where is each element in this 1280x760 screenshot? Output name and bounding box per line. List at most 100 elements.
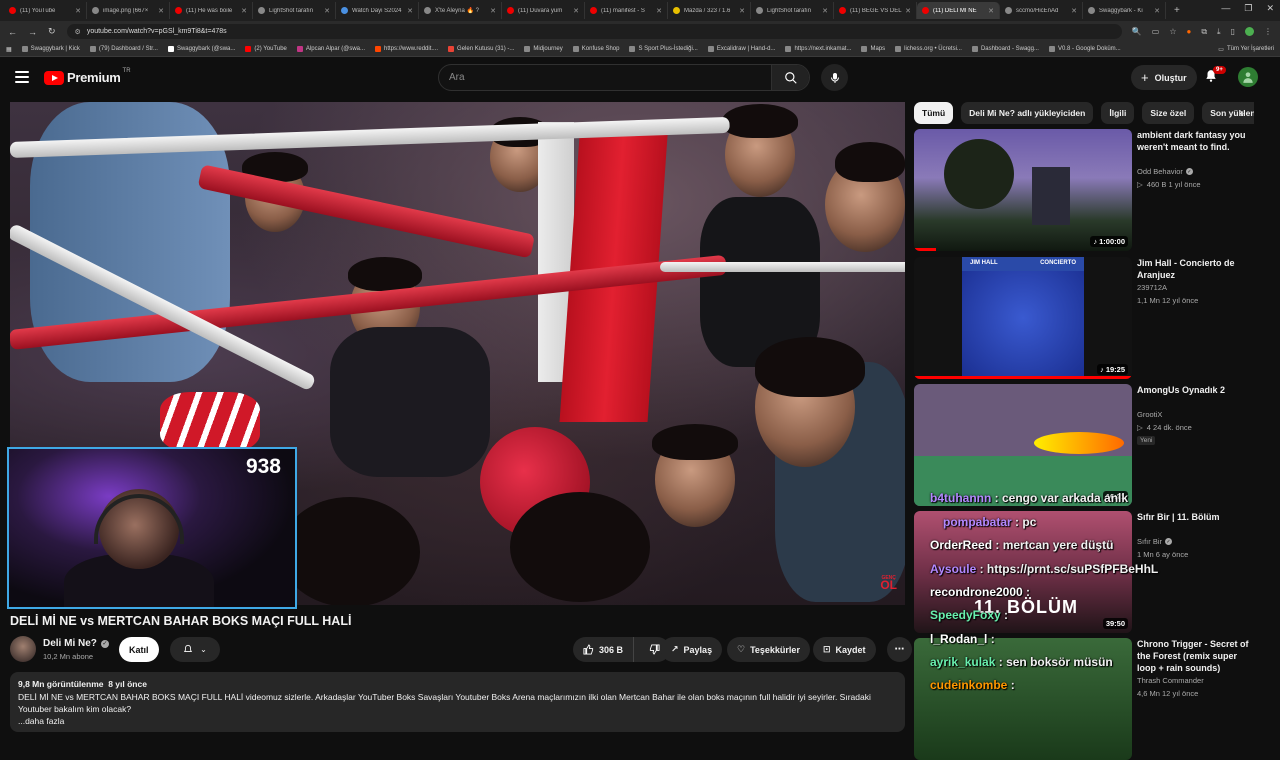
tab-close-icon[interactable]: ✕ — [1154, 7, 1160, 15]
subscription-bell-button[interactable]: ⌄ — [170, 637, 220, 662]
browser-tab[interactable]: Mazda / 323 / 1.6 ✕ — [668, 2, 751, 19]
join-button[interactable]: Katıl — [119, 637, 159, 662]
forward-icon[interactable]: → — [28, 27, 37, 37]
recommended-channel[interactable]: 239712A — [1137, 283, 1167, 292]
filter-chip[interactable]: Son yüklen — [1202, 102, 1254, 124]
channel-name-row[interactable]: Deli Mi Ne? ✓ — [43, 638, 109, 649]
recommended-video[interactable]: 16:21 AmongUs Oynadık 2 GrootiX ▷ 4 24 dk. ö… — [914, 384, 1254, 506]
tab-close-icon[interactable]: ✕ — [490, 7, 496, 15]
channel-avatar[interactable] — [10, 636, 36, 662]
recommended-title[interactable]: Sıfır Bir | 11. Bölüm — [1137, 511, 1252, 523]
browser-tab[interactable]: (11) He was boile ✕ — [170, 2, 253, 19]
bookmark-item[interactable]: Gelen Kutusu (31) -... — [448, 46, 514, 52]
tab-close-icon[interactable]: ✕ — [739, 7, 745, 15]
more-actions-button[interactable]: ⋯ — [887, 637, 912, 662]
tab-close-icon[interactable]: ✕ — [1071, 7, 1077, 15]
browser-tab[interactable]: image.png (667× ✕ — [87, 2, 170, 19]
bookmark-item[interactable]: lichess.org • Ücretsi... — [895, 46, 962, 52]
video-thumbnail[interactable]: ♪ 1:00:00 — [914, 129, 1132, 251]
bookmark-item[interactable]: S Sport Plus-İstediği... — [629, 46, 698, 52]
maximize-icon[interactable]: ❐ — [1244, 3, 1252, 14]
share-button[interactable]: ↗ Paylaş — [661, 637, 723, 662]
filter-chip[interactable]: Tümü — [914, 102, 954, 124]
show-more-link[interactable]: ...daha fazla — [18, 715, 897, 727]
extensions-puzzle-icon[interactable]: ⧉ — [1201, 27, 1207, 37]
sidebar-icon[interactable]: ▯ — [1231, 27, 1235, 36]
youtube-premium-logo[interactable]: Premium TR — [44, 68, 131, 85]
recommended-video[interactable]: JIM HALL CONCIERTO ♪ 19:25 Jim Hall - Concie… — [914, 257, 1254, 379]
browser-tab[interactable]: sccmo/HicEnAd ✕ — [1000, 2, 1083, 19]
apps-grid-icon[interactable]: ▦ — [6, 46, 12, 53]
bookmark-item[interactable]: (79) Dashboard / Str... — [89, 46, 158, 52]
search-button[interactable] — [771, 65, 809, 90]
browser-tab[interactable]: (11) manifest - S ✕ — [585, 2, 668, 19]
recommended-title[interactable]: Chrono Trigger - Secret of the Forest (r… — [1137, 638, 1252, 674]
zoom-icon[interactable]: 🔍 — [1132, 27, 1142, 36]
back-icon[interactable]: ← — [8, 27, 17, 37]
tab-close-icon[interactable]: ✕ — [573, 7, 579, 15]
tab-close-icon[interactable]: ✕ — [407, 7, 413, 15]
bookmark-item[interactable]: Dashboard - Swagg... — [971, 46, 1039, 52]
save-button[interactable]: ⊡ Kaydet — [813, 637, 876, 662]
browser-tab[interactable]: (11) YouTube ✕ — [4, 2, 87, 19]
voice-search-button[interactable] — [821, 64, 848, 91]
reload-icon[interactable]: ↻ — [48, 26, 56, 37]
bookmark-item[interactable]: Alpcan Alpar (@swa... — [296, 46, 365, 52]
tab-close-icon[interactable]: ✕ — [656, 7, 662, 15]
chevron-right-icon[interactable]: › — [1240, 106, 1244, 120]
download-icon[interactable]: ⤓ — [1217, 27, 1221, 37]
recommended-title[interactable]: AmongUs Oynadık 2 — [1137, 384, 1252, 396]
bookmark-item[interactable]: Konfuse Shop — [572, 46, 619, 52]
bookmark-item[interactable]: Maps — [861, 46, 885, 52]
browser-tab[interactable]: (11) BEGE VS DEL ✕ — [834, 2, 917, 19]
minimize-icon[interactable]: — — [1221, 3, 1230, 14]
recommended-channel[interactable]: Sıfır Bir ✓ — [1137, 537, 1173, 546]
video-thumbnail[interactable]: 16:21 — [914, 384, 1132, 506]
hamburger-menu-icon[interactable] — [15, 71, 29, 83]
bookmark-item[interactable]: Midjourney — [524, 46, 563, 52]
tab-close-icon[interactable]: ✕ — [158, 7, 164, 15]
all-bookmarks-folder[interactable]: ▭ Tüm Yer İşaretleri — [1218, 46, 1274, 53]
search-input[interactable] — [439, 65, 771, 90]
recommended-title[interactable]: ambient dark fantasy you weren't meant t… — [1137, 129, 1252, 153]
recommended-channel[interactable]: Odd Behavior ✓ — [1137, 167, 1193, 176]
browser-menu-icon[interactable]: ⋮ — [1264, 27, 1272, 36]
channel-name[interactable]: Deli Mi Ne? — [43, 638, 97, 649]
tab-close-icon[interactable]: ✕ — [905, 7, 911, 15]
tab-close-icon[interactable]: ✕ — [324, 7, 330, 15]
browser-tab[interactable]: Swaggybark - Ki ✕ — [1083, 2, 1166, 19]
like-button[interactable]: 306 B — [573, 637, 635, 662]
url-field[interactable]: ⚙ youtube.com/watch?v=pGSl_km9Ti8&t=478s — [66, 24, 1122, 39]
bookmark-item[interactable]: Swaggybark (@swa... — [167, 46, 235, 52]
recommended-channel[interactable]: Thrash Commander — [1137, 676, 1204, 685]
bookmark-star-icon[interactable]: ☆ — [1169, 27, 1176, 36]
recommended-video[interactable]: ♪ 1:00:00 ambient dark fantasy you weren't… — [914, 129, 1254, 251]
cast-icon[interactable]: ▭ — [1152, 27, 1160, 36]
tab-close-icon[interactable]: ✕ — [75, 7, 81, 15]
browser-tab[interactable]: (11) Duvara yum ✕ — [502, 2, 585, 19]
tab-close-icon[interactable]: ✕ — [241, 7, 247, 15]
extension-icon[interactable]: ● — [1186, 27, 1191, 36]
browser-tab[interactable]: (11) DELİ Mİ NE ✕ — [917, 2, 1000, 19]
user-avatar[interactable] — [1238, 67, 1258, 87]
bookmark-item[interactable]: V0.8 - Google Doküm... — [1048, 46, 1121, 52]
tab-close-icon[interactable]: ✕ — [988, 7, 994, 15]
new-tab-icon[interactable]: + — [1166, 5, 1188, 16]
tab-close-icon[interactable]: ✕ — [822, 7, 828, 15]
filter-chip[interactable]: Size özel — [1142, 102, 1195, 124]
bookmark-item[interactable]: Excalidraw | Hand-d... — [707, 46, 775, 52]
recommended-title[interactable]: Jim Hall - Concierto de Aranjuez — [1137, 257, 1252, 281]
recommended-channel[interactable]: GrootiX — [1137, 410, 1162, 419]
browser-tab[interactable]: LightShot tarafın ✕ — [253, 2, 336, 19]
close-window-icon[interactable]: ✕ — [1266, 3, 1274, 14]
profile-icon[interactable] — [1245, 27, 1254, 36]
video-thumbnail[interactable]: JIM HALL CONCIERTO ♪ 19:25 — [914, 257, 1132, 379]
site-info-icon[interactable]: ⚙ — [75, 28, 81, 36]
create-button[interactable]: + Oluştur — [1131, 65, 1197, 90]
browser-tab[interactable]: LightShot tarafın ✕ — [751, 2, 834, 19]
thanks-button[interactable]: ♡ Teşekkürler — [727, 637, 810, 662]
bookmark-item[interactable]: (2) YouTube — [245, 46, 287, 52]
description-box[interactable]: 9,8 Mn görüntülenme 8 yıl önce DELİ Mİ N… — [10, 672, 905, 732]
bookmark-item[interactable]: Swaggybark | Kick — [21, 46, 80, 52]
browser-tab[interactable]: Watch Dayi S2024 ✕ — [336, 2, 419, 19]
